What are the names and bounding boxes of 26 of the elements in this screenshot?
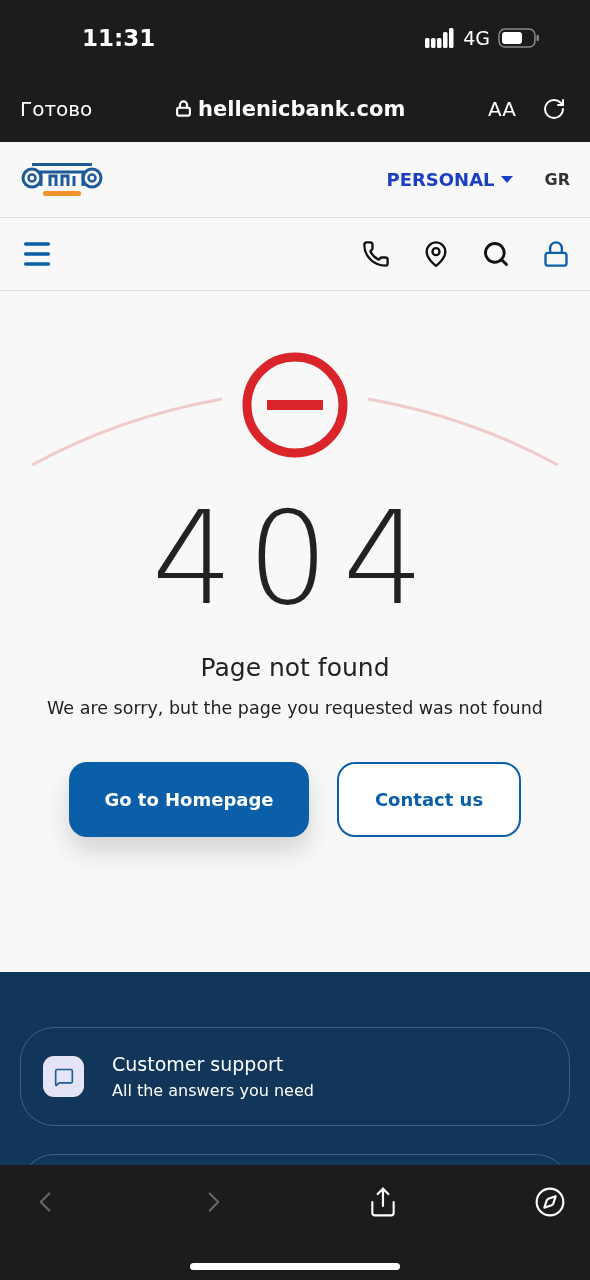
card-subtitle: All the answers you need <box>112 1081 314 1100</box>
contact-button[interactable]: Contact us <box>337 762 521 837</box>
search-icon[interactable] <box>482 240 510 268</box>
logo-icon[interactable] <box>20 161 104 198</box>
error-title: Page not found <box>200 653 390 682</box>
card-title: Customer support <box>112 1053 285 1075</box>
text-size-button[interactable]: AA <box>488 96 516 121</box>
segment-dropdown[interactable]: PERSONAL <box>386 169 513 190</box>
reload-icon[interactable] <box>542 96 566 121</box>
compass-icon[interactable] <box>534 1186 566 1218</box>
chat-icon <box>43 1056 84 1097</box>
homepage-button[interactable]: Go to Homepage <box>69 762 309 837</box>
clock: 11:31 <box>82 24 156 51</box>
error-message: We are sorry, but the page you requested was not found <box>47 698 543 718</box>
address-bar[interactable]: hellenicbank.com <box>175 96 406 121</box>
done-button[interactable]: Готово <box>20 96 93 121</box>
battery-icon <box>498 27 540 48</box>
phone-icon[interactable] <box>362 240 390 268</box>
support-card[interactable]: Customer support All the answers you need <box>20 1027 570 1126</box>
network-type: 4G <box>463 26 490 49</box>
language-button[interactable]: GR <box>544 170 570 189</box>
error-code: 404 <box>151 495 439 623</box>
lock-icon[interactable] <box>542 240 570 268</box>
caret-icon <box>500 176 513 183</box>
no-entry-icon <box>241 351 349 459</box>
signal-icon <box>425 27 456 48</box>
